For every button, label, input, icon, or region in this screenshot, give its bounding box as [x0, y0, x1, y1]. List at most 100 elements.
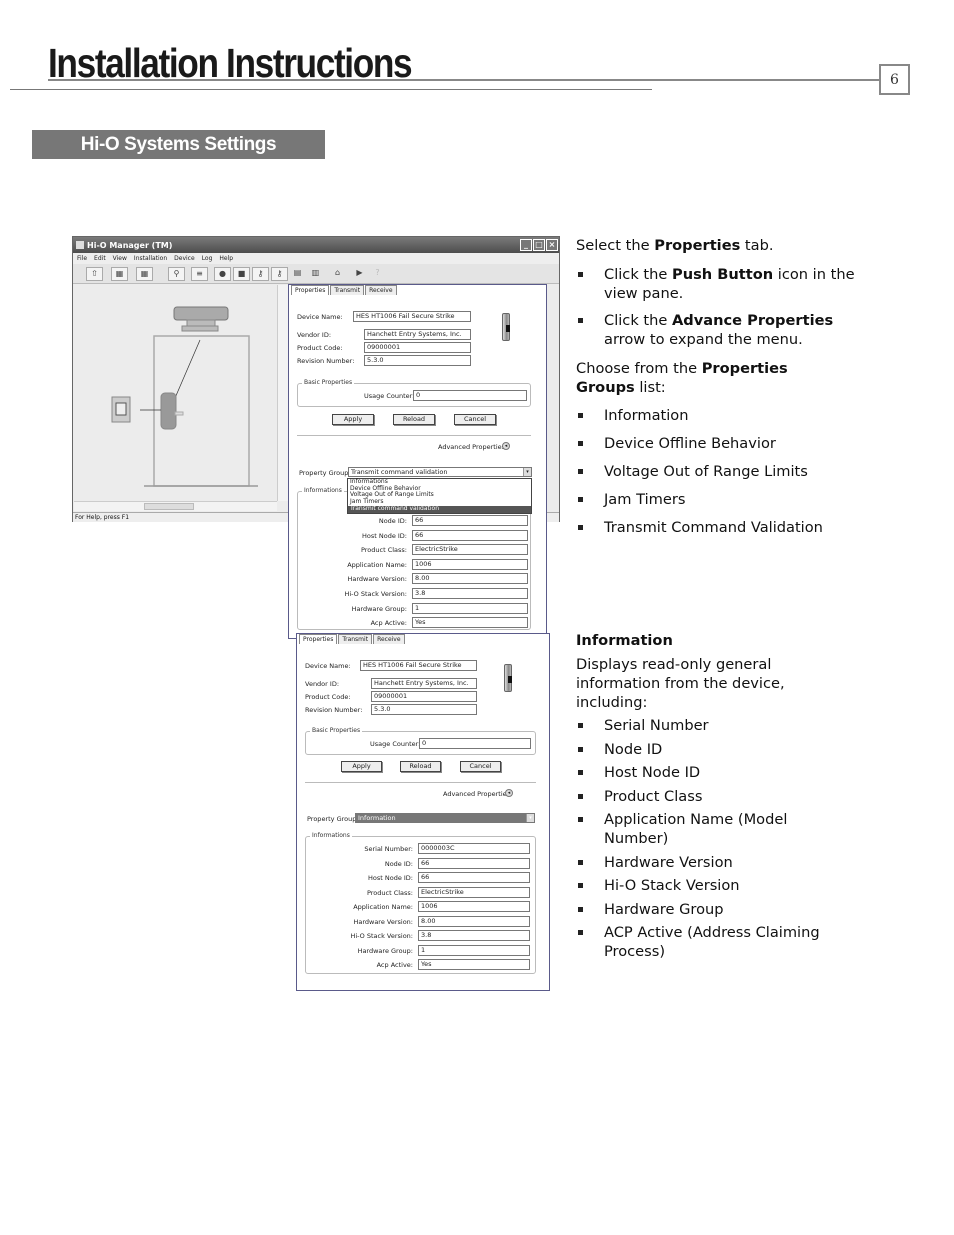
advanced-properties-arrow-icon[interactable]: ◂ [502, 442, 510, 450]
close-button[interactable]: × [546, 239, 558, 251]
info-field-label: Serial Number: [364, 845, 413, 853]
tab-properties[interactable]: Properties [299, 634, 338, 644]
play-icon[interactable]: ▶ [351, 267, 368, 281]
info-field-value[interactable]: 0000003C [418, 843, 530, 854]
info-field-value[interactable]: ElectricStrike [412, 544, 528, 556]
product-code-label: Product Code: [297, 344, 343, 352]
panel-tabs: Properties Transmit Receive [299, 634, 406, 644]
tab-transmit[interactable]: Transmit [330, 285, 365, 295]
menu-device[interactable]: Device [174, 255, 195, 262]
informations-title: Informations [310, 832, 352, 839]
key-icon[interactable]: ⚷ [252, 267, 269, 281]
grid-light-icon[interactable]: ▦ [136, 267, 153, 281]
property-group-text: Transmit Command Validation [604, 519, 823, 536]
upload-icon[interactable]: ⇧ [86, 267, 103, 281]
menu-file[interactable]: File [77, 255, 87, 262]
info-field-value[interactable]: 1006 [412, 558, 528, 570]
key-alt-icon[interactable]: ⚷ [271, 267, 288, 281]
property-groups-value: Transmit command validation [351, 468, 448, 476]
info-field-value[interactable]: 1006 [418, 901, 530, 912]
device-name-field[interactable]: HES HT1006 Fail Secure Strike [360, 660, 477, 671]
device-name-field[interactable]: HES HT1006 Fail Secure Strike [353, 311, 471, 322]
advanced-properties-arrow-icon[interactable]: ◂ [505, 789, 513, 797]
tab-properties[interactable]: Properties [291, 285, 330, 295]
info-field-value[interactable]: Yes [412, 617, 528, 629]
minimize-button[interactable]: _ [520, 239, 532, 251]
menu-help[interactable]: Help [219, 255, 233, 262]
info-field-value[interactable]: 8.00 [418, 915, 530, 927]
bullet-icon [578, 469, 583, 474]
app-icon [76, 241, 84, 249]
product-code-field[interactable]: 09000001 [364, 342, 471, 353]
reload-button[interactable]: Reload [400, 761, 441, 772]
information-item: Hi-O Stack Version [576, 876, 856, 895]
property-groups-dropdown: Informations Device Offline Behavior Vol… [347, 478, 532, 514]
chevron-down-icon[interactable]: ▾ [523, 468, 531, 476]
step-choose-groups: Choose from the Properties Groups list: [576, 360, 788, 396]
bullet-icon [578, 883, 583, 888]
list-icon[interactable]: ≡ [191, 267, 208, 281]
apply-button[interactable]: Apply [332, 414, 374, 425]
vendor-field[interactable]: Hanchett Entry Systems, Inc. [364, 329, 471, 340]
save-icon[interactable]: ▤ [289, 267, 306, 281]
info-field-label: Hardware Version: [353, 917, 413, 926]
property-groups-select[interactable]: Information ▾ [355, 813, 535, 823]
cancel-button[interactable]: Cancel [454, 414, 496, 425]
menu-installation[interactable]: Installation [134, 255, 167, 262]
grid-icon[interactable]: ▦ [111, 267, 128, 281]
info-field-value[interactable]: Yes [418, 959, 530, 970]
info-field-value[interactable]: 3.8 [412, 588, 528, 599]
chevron-down-icon[interactable]: ▾ [526, 814, 534, 822]
strike-device-icon[interactable] [160, 392, 177, 430]
info-field-value[interactable]: 66 [412, 529, 528, 541]
tab-receive[interactable]: Receive [365, 285, 397, 295]
header-rule [48, 79, 880, 81]
info-field-value[interactable]: 3.8 [418, 930, 530, 941]
info-field-value[interactable]: 1 [412, 602, 528, 614]
cancel-button[interactable]: Cancel [460, 761, 501, 772]
info-icon[interactable]: ● [214, 267, 231, 281]
device-icon[interactable]: ■ [233, 267, 250, 281]
info-field-value[interactable]: 1 [418, 944, 530, 956]
usage-counter-field[interactable]: 0 [413, 390, 527, 401]
menu-edit[interactable]: Edit [94, 255, 106, 262]
menu-view[interactable]: View [113, 255, 127, 262]
apply-button[interactable]: Apply [341, 761, 382, 772]
trash-icon[interactable]: ⌂ [329, 267, 346, 281]
scroll-thumb[interactable] [144, 503, 194, 510]
info-field-label: Application Name: [353, 903, 413, 911]
columns-icon[interactable]: ▥ [307, 267, 324, 281]
closer-icon [173, 306, 229, 321]
basic-properties-group: Basic Properties Usage Counter: 0 [297, 379, 531, 407]
menu-log[interactable]: Log [202, 255, 213, 262]
information-heading: Information [576, 632, 673, 649]
tab-receive[interactable]: Receive [373, 634, 405, 644]
vertical-scrollbar[interactable] [277, 285, 288, 501]
panel-tabs: Properties Transmit Receive [291, 285, 398, 295]
search-icon[interactable]: ⚲ [168, 267, 185, 281]
usage-counter-field[interactable]: 0 [419, 738, 531, 749]
maximize-button[interactable]: □ [533, 239, 545, 251]
dropdown-option-selected[interactable]: Transmit command validation [348, 505, 531, 513]
tab-transmit[interactable]: Transmit [338, 634, 373, 644]
info-field-value[interactable]: 66 [412, 515, 528, 526]
bullet-icon [578, 747, 583, 752]
horizontal-scrollbar[interactable] [74, 501, 277, 511]
help-icon[interactable]: ? [369, 267, 386, 281]
reload-button[interactable]: Reload [393, 414, 435, 425]
bullet-icon [578, 497, 583, 502]
product-code-field[interactable]: 09000001 [371, 691, 477, 702]
revision-field[interactable]: 5.3.0 [364, 355, 471, 366]
info-field-value[interactable]: 8.00 [412, 573, 528, 585]
info-field-value[interactable]: ElectricStrike [418, 886, 530, 898]
information-item-text: Host Node ID [604, 764, 701, 781]
property-groups-select[interactable]: Transmit command validation ▾ [348, 467, 532, 477]
information-item: Product Class [576, 787, 856, 806]
properties-panel-dropdown: Properties Transmit Receive Device Name:… [288, 284, 547, 639]
info-field-value[interactable]: 66 [418, 857, 530, 869]
property-group-text: Device Offline Behavior [604, 435, 776, 452]
info-field-label: Hardware Group: [351, 604, 407, 613]
vendor-field[interactable]: Hanchett Entry Systems, Inc. [371, 678, 477, 689]
revision-field[interactable]: 5.3.0 [371, 704, 477, 715]
info-field-value[interactable]: 66 [418, 872, 530, 883]
